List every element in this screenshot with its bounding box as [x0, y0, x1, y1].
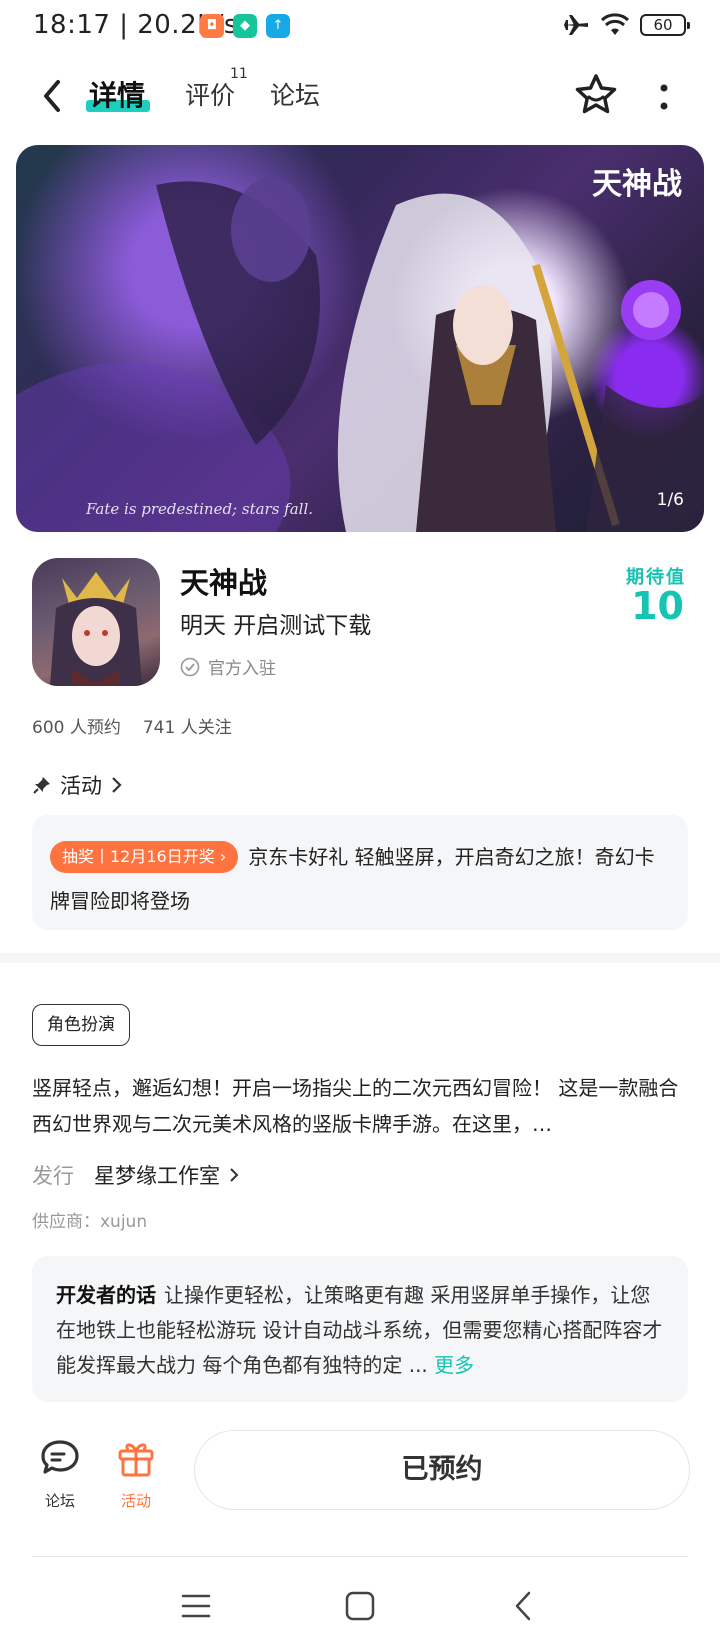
back-arrow-icon[interactable]: [36, 76, 68, 116]
tab-details[interactable]: 详情: [89, 74, 145, 114]
forum-shortcut[interactable]: 论坛: [32, 1436, 88, 1511]
chevron-right-icon: [112, 777, 122, 793]
publisher-name: 星梦缘工作室: [94, 1164, 220, 1188]
app-name: 天神战: [180, 566, 268, 600]
app-stats: 600 人预约 741 人关注: [32, 713, 232, 738]
activity-shortcut-label: 活动: [120, 1492, 151, 1510]
status-bar: 18:17 | 20.2K/s ◘ ◆ ↑ 60: [0, 0, 720, 54]
genre-tag[interactable]: 角色扮演: [32, 1004, 130, 1046]
activity-section-link[interactable]: 活动: [32, 770, 124, 800]
app-release-status: 明天 开启测试下载: [180, 613, 372, 639]
pin-icon: [33, 777, 50, 794]
more-options-icon[interactable]: [652, 80, 676, 114]
system-back-icon[interactable]: [502, 1584, 546, 1628]
banner-caption: Fate is predestined; stars fall.: [86, 500, 314, 518]
chevron-right-icon: [230, 1168, 239, 1182]
check-circle-icon: [180, 657, 200, 676]
more-link[interactable]: 更多: [434, 1353, 474, 1377]
notification-app-icon: ◘: [200, 14, 224, 38]
app-icon: [32, 558, 160, 686]
reserved-button[interactable]: 已预约: [194, 1430, 690, 1510]
publisher-link[interactable]: 星梦缘工作室: [94, 1160, 240, 1190]
developer-note-card[interactable]: 开发者的话 让操作更轻松，让策略更有趣 采用竖屏单手操作，让您在地铁上也能轻松游玩…: [32, 1256, 688, 1402]
banner-artwork: [16, 178, 704, 532]
follower-count: 741 人关注: [142, 718, 232, 738]
publisher-label: 发行: [32, 1164, 74, 1188]
bottom-divider: [32, 1556, 688, 1557]
forum-chat-icon: [41, 1440, 79, 1474]
app-icon-artwork: [50, 572, 142, 686]
activity-heading: 活动: [60, 774, 102, 798]
favorite-star-icon[interactable]: [573, 72, 619, 118]
airplane-icon: [564, 15, 588, 35]
tab-reviews[interactable]: 评价: [185, 76, 235, 112]
home-square-icon[interactable]: [338, 1584, 382, 1628]
wifi-icon: [600, 13, 630, 35]
banner-page-indicator: 1/6: [656, 490, 684, 510]
lottery-tag[interactable]: 抽奖丨12月16日开奖 ›: [50, 841, 239, 873]
battery-indicator: 60: [640, 14, 690, 36]
expectation-value: 10: [631, 584, 684, 628]
activity-card[interactable]: 抽奖丨12月16日开奖 › 京东卡好礼 轻触竖屏，开启奇幻之旅！奇幻卡牌冒险即将登…: [32, 815, 688, 930]
game-description[interactable]: 竖屏轻点，邂逅幻想！开启一场指尖上的二次元西幻冒险！ 这是一款融合西幻世界观与二…: [32, 1070, 690, 1142]
gift-icon: [118, 1443, 154, 1477]
lottery-tag-label: 抽奖丨12月16日开奖: [62, 847, 215, 866]
banner-game-logo: 天神战: [592, 167, 682, 202]
reservation-count: 600 人预约: [32, 718, 121, 738]
section-divider: [0, 953, 720, 963]
banner-carousel[interactable]: 天神战 Fate is predestined; stars fall. 1/6: [16, 145, 704, 532]
notification-upload-icon: ↑: [266, 14, 290, 38]
forum-shortcut-label: 论坛: [44, 1492, 75, 1510]
top-nav: 详情 评价 11 论坛: [0, 62, 720, 132]
menu-icon[interactable]: [174, 1584, 218, 1628]
official-badge: 官方入驻: [180, 654, 276, 679]
tab-forum[interactable]: 论坛: [270, 76, 320, 112]
reviews-count-badge: 11: [230, 66, 248, 82]
supplier-info: 供应商：xujun: [32, 1212, 148, 1232]
publisher-row[interactable]: 发行 星梦缘工作室: [32, 1160, 240, 1190]
notification-shield-icon: ◆: [233, 14, 257, 38]
official-label: 官方入驻: [208, 659, 276, 679]
developer-note-title: 开发者的话: [56, 1283, 156, 1307]
system-navigation-bar: [0, 1570, 720, 1650]
status-indicators: 60: [562, 12, 690, 38]
activity-shortcut[interactable]: 活动: [108, 1436, 164, 1511]
